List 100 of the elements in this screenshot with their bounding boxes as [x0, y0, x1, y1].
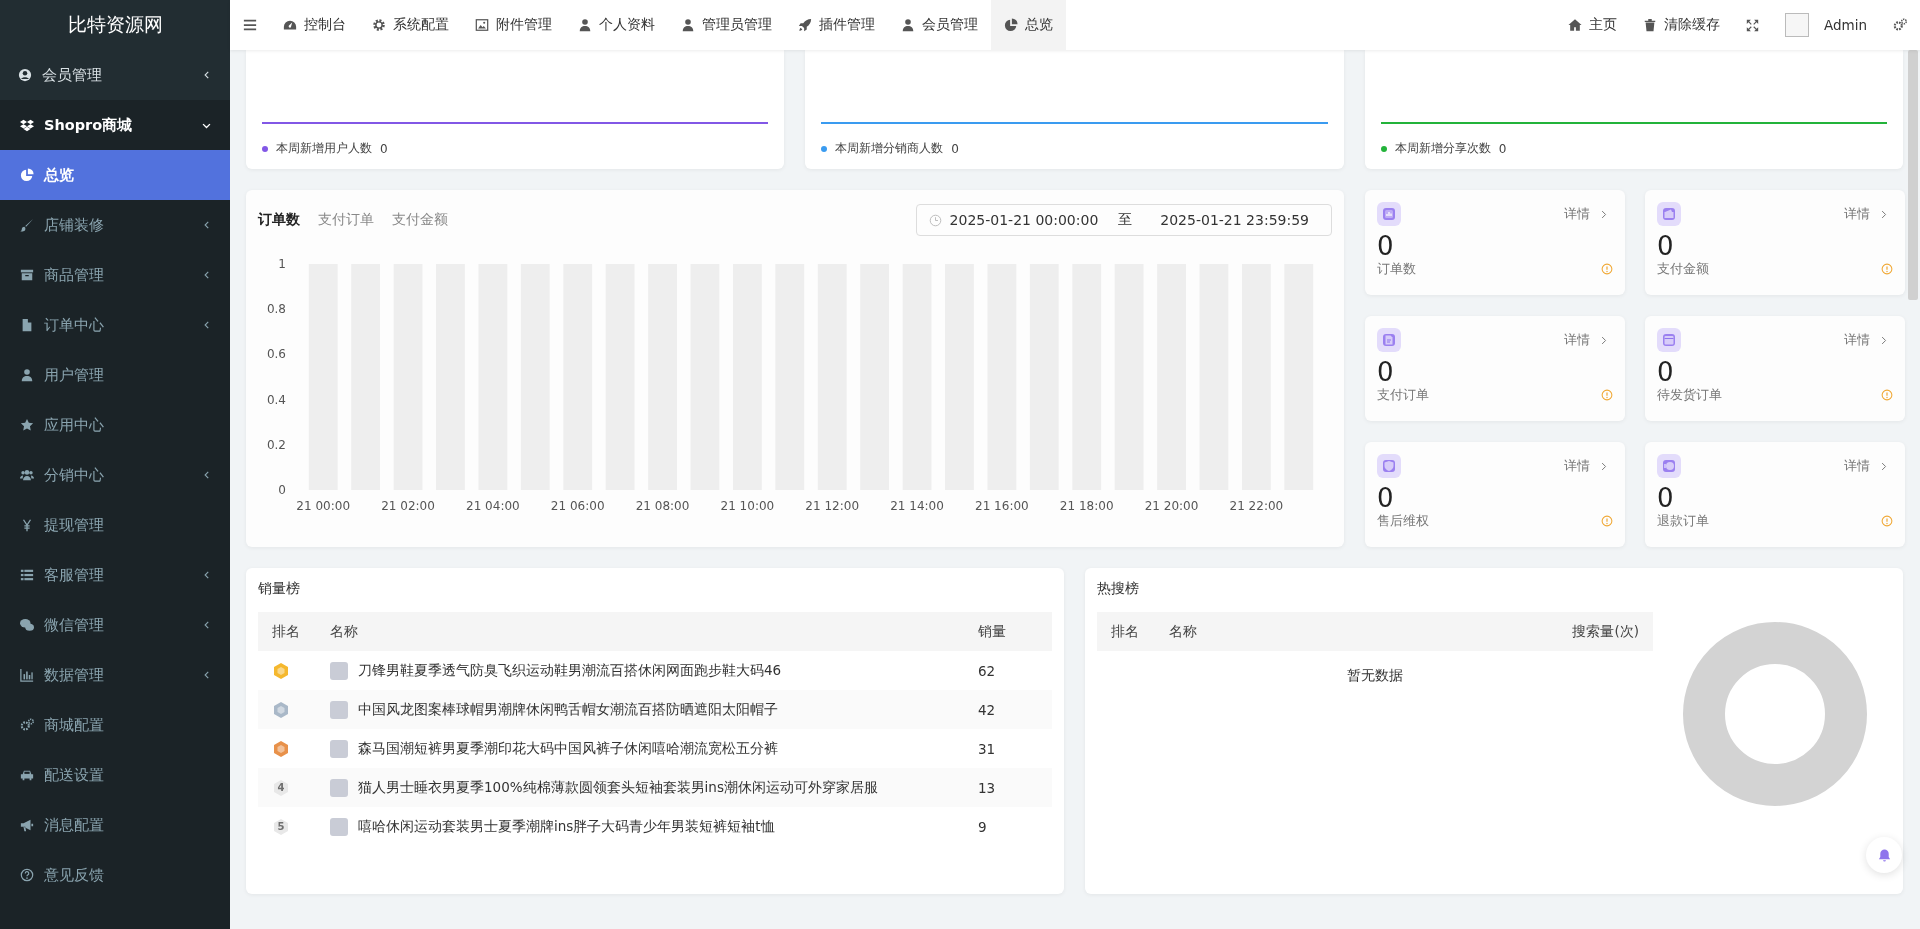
stat-value: 0 — [1657, 484, 1675, 513]
chart-tab[interactable]: 订单数 — [258, 211, 300, 229]
product-thumbnail — [330, 817, 348, 836]
brush-icon — [20, 218, 34, 232]
sidebar-item[interactable]: 客服管理 — [0, 550, 230, 600]
y-tick-label: 0.8 — [266, 302, 286, 317]
user-menu[interactable]: Admin — [1771, 0, 1880, 50]
file-icon — [20, 318, 34, 332]
sales-count: 31 — [964, 729, 1052, 768]
gears-icon — [20, 718, 34, 732]
sales-count: 9 — [964, 807, 1052, 846]
date-range-field[interactable]: 2025-01-21 00:00:00 至 2025-01-21 23:59:59 — [915, 204, 1332, 236]
product-name[interactable]: 刀锋男鞋夏季透气防臭飞织运动鞋男潮流百搭休闲网面跑步鞋大码46 — [358, 661, 782, 680]
nav-tab[interactable]: 附件管理 — [462, 0, 565, 50]
x-tick-label: 21 16:00 — [975, 499, 1029, 513]
details-link[interactable]: 详情 — [1844, 457, 1893, 475]
stat-label: 支付订单 — [1377, 386, 1429, 404]
sidebar-item[interactable]: 数据管理 — [0, 650, 230, 700]
clock-icon — [928, 213, 942, 227]
home-icon — [1567, 18, 1582, 32]
expand-icon — [1745, 18, 1759, 32]
nav-tab[interactable]: 个人资料 — [565, 0, 668, 50]
trash-icon — [1642, 18, 1657, 32]
sales-count: 42 — [964, 690, 1052, 729]
column-header: 名称 — [316, 612, 964, 651]
x-tick-label: 21 08:00 — [635, 499, 690, 513]
sidebar-item[interactable]: 订单中心 — [0, 300, 230, 350]
nav-tab[interactable]: 插件管理 — [785, 0, 888, 50]
shield-icon — [1377, 454, 1401, 478]
product-thumbnail — [330, 661, 348, 680]
document-icon — [1377, 328, 1401, 352]
legend-value: 0 — [951, 141, 959, 156]
megaphone-icon — [20, 818, 34, 832]
product-name[interactable]: 嘻哈休闲运动套装男士夏季潮牌ins胖子大码青少年男装短裤短袖t恤 — [358, 817, 775, 836]
nav-tab[interactable]: 管理员管理 — [668, 0, 785, 50]
chevron-left-icon — [202, 470, 212, 480]
chevron-left-icon — [202, 320, 212, 330]
legend-label: 本周新增分销商人数 — [835, 140, 944, 157]
user-circle-icon — [18, 68, 32, 82]
nav-link[interactable]: 主页 — [1554, 0, 1630, 50]
sidebar-item[interactable]: 店铺装修 — [0, 200, 230, 250]
nav-tab[interactable]: 控制台 — [270, 0, 359, 50]
x-tick-label: 21 18:00 — [1059, 499, 1114, 513]
sidebar-item[interactable]: 配送设置 — [0, 750, 230, 800]
bell-icon — [1876, 847, 1892, 863]
details-link[interactable]: 详情 — [1564, 331, 1613, 349]
details-link[interactable]: 详情 — [1564, 205, 1613, 223]
info-icon — [1881, 263, 1893, 276]
product-name[interactable]: 森马国潮短裤男夏季潮印花大码中国风裤子休闲嘻哈潮流宽松五分裤 — [358, 739, 778, 758]
details-link[interactable]: 详情 — [1844, 205, 1893, 223]
card-title: 销量榜 — [258, 580, 301, 598]
nav-tab[interactable]: 会员管理 — [888, 0, 991, 50]
end-date: 2025-01-21 23:59:59 — [1160, 212, 1309, 228]
chevron-left-icon — [202, 270, 212, 280]
stat-label: 待发货订单 — [1657, 386, 1722, 404]
details-link[interactable]: 详情 — [1564, 457, 1613, 475]
info-icon — [1601, 515, 1613, 528]
sidebar-item[interactable]: 总览 — [0, 150, 230, 200]
sidebar-item[interactable]: 微信管理 — [0, 600, 230, 650]
chevron-left-icon — [202, 220, 212, 230]
chart-tab[interactable]: 支付金额 — [392, 211, 448, 229]
start-date: 2025-01-21 00:00:00 — [949, 212, 1099, 228]
y-tick-label: 0.4 — [266, 392, 286, 407]
sidebar-item[interactable]: 意见反馈 — [0, 850, 230, 900]
nav-tab[interactable]: 总览 — [991, 0, 1066, 50]
column-header: 排名 — [1097, 612, 1155, 651]
pie-chart-icon — [20, 168, 34, 182]
y-tick-label: 1 — [278, 257, 286, 271]
gears-icon — [1893, 18, 1907, 32]
column-header: 销量 — [964, 612, 1052, 651]
sidebar-item[interactable]: 提现管理 — [0, 500, 230, 550]
range-separator: 至 — [1118, 211, 1133, 229]
calendar-icon — [1657, 328, 1681, 352]
chart-tab[interactable]: 支付订单 — [318, 211, 374, 229]
sidebar-item[interactable]: 会员管理 — [0, 50, 230, 100]
wallet-icon — [1657, 202, 1681, 226]
nav-tab[interactable]: 系统配置 — [359, 0, 462, 50]
x-tick-label: 21 20:00 — [1144, 499, 1199, 513]
x-tick-label: 21 12:00 — [805, 499, 860, 513]
sidebar-item[interactable]: 消息配置 — [0, 800, 230, 850]
sidebar-item[interactable]: 商城配置 — [0, 700, 230, 750]
nav-link[interactable]: 清除缓存 — [1629, 0, 1733, 50]
sidebar-item[interactable]: 商品管理 — [0, 250, 230, 300]
stat-value: 0 — [1657, 358, 1675, 387]
scrollbar[interactable] — [1908, 50, 1918, 300]
chevron-left-icon — [202, 670, 212, 680]
sales-count: 62 — [964, 651, 1052, 690]
sidebar-item[interactable]: 用户管理 — [0, 350, 230, 400]
info-icon — [1881, 389, 1893, 402]
sidebar-item[interactable]: 应用中心 — [0, 400, 230, 450]
stat-label: 退款订单 — [1657, 512, 1709, 530]
column-header: 排名 — [258, 612, 316, 651]
car-icon — [20, 768, 34, 782]
menu-icon — [243, 18, 257, 32]
column-header: 搜索量(次) — [1535, 612, 1653, 651]
details-link[interactable]: 详情 — [1844, 331, 1893, 349]
rank-badge: 5 — [272, 817, 290, 836]
stat-label: 订单数 — [1377, 260, 1416, 278]
sidebar-item[interactable]: 分销中心 — [0, 450, 230, 500]
users-icon — [20, 468, 34, 482]
